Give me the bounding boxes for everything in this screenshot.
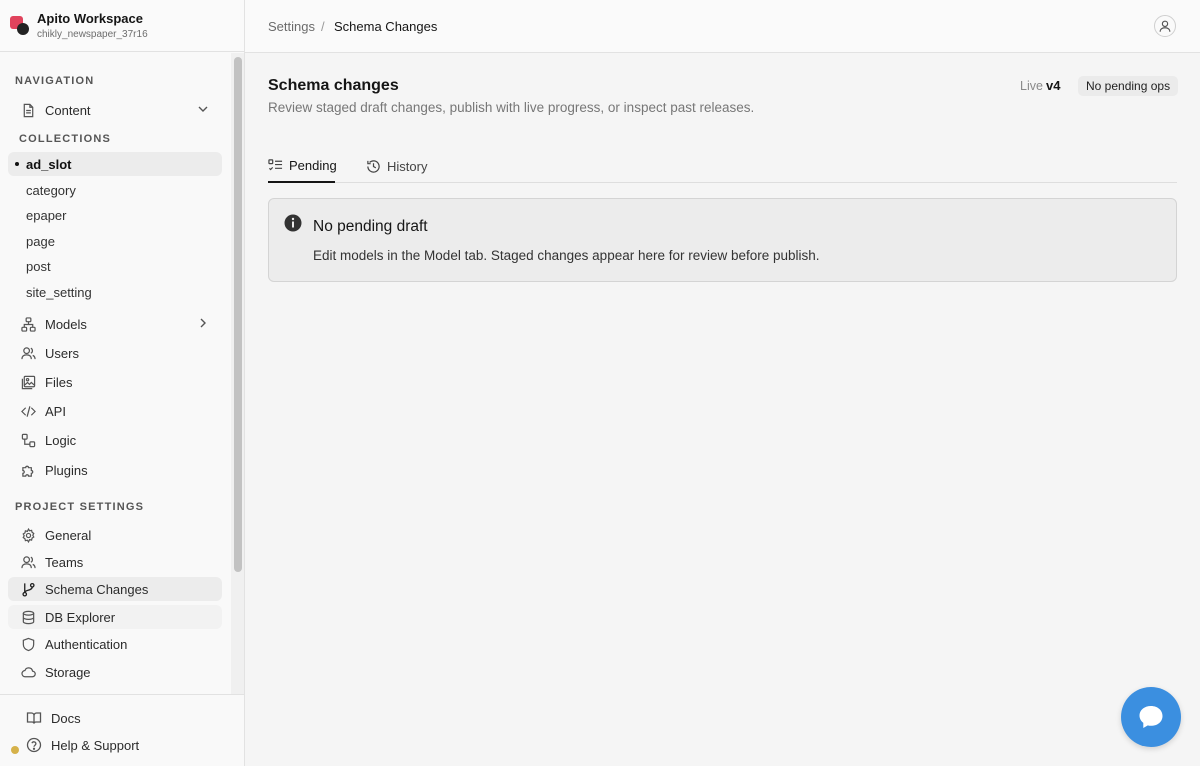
breadcrumb-settings[interactable]: Settings	[268, 19, 315, 34]
puzzle-icon	[20, 462, 36, 478]
sidebar-item-storage[interactable]: Storage	[8, 660, 222, 684]
docs-label: Docs	[51, 710, 81, 726]
sidebar-item-label: Files	[45, 374, 73, 390]
collection-item-category[interactable]: category	[8, 178, 222, 202]
sidebar-item-label: API	[45, 403, 66, 419]
sidebar-item-label: Teams	[45, 554, 84, 570]
project-name: chikly_newspaper_37r16	[37, 29, 148, 40]
sidebar-item-label: General	[45, 527, 92, 543]
info-icon	[284, 214, 302, 232]
collection-label: category	[26, 182, 76, 198]
sidebar-item-general[interactable]: General	[8, 523, 222, 547]
help-support-link[interactable]: Help & Support	[26, 737, 139, 753]
collection-label: ad_slot	[26, 156, 72, 172]
status-dot	[11, 746, 19, 754]
sidebar-scroll-area: NAVIGATION Content COLLECTIONS ad_slot c…	[0, 53, 231, 694]
users-icon	[20, 345, 36, 361]
collection-label: post	[26, 258, 51, 274]
sidebar-item-api[interactable]: API	[8, 399, 222, 423]
alert-title: No pending draft	[313, 218, 428, 235]
breadcrumb-separator: /	[321, 19, 325, 34]
page-subtitle: Review staged draft changes, publish wit…	[268, 100, 755, 115]
sidebar-item-label: Authentication	[45, 636, 128, 652]
workspace-switcher[interactable]: Apito Workspace chikly_newspaper_37r16	[0, 0, 244, 52]
sidebar-item-schema-changes[interactable]: Schema Changes	[8, 577, 222, 601]
section-label-project-settings: PROJECT SETTINGS	[15, 501, 145, 513]
sidebar-item-label: DB Explorer	[45, 609, 116, 625]
sidebar-item-users[interactable]: Users	[8, 341, 222, 365]
sidebar-item-plugins[interactable]: Plugins	[8, 458, 222, 482]
docs-link[interactable]: Docs	[26, 710, 81, 726]
collection-item-site-setting[interactable]: site_setting	[8, 280, 222, 304]
cloud-icon	[20, 664, 36, 680]
sidebar-item-teams[interactable]: Teams	[8, 550, 222, 574]
workspace-name: Apito Workspace	[37, 11, 143, 26]
sidebar-item-authentication[interactable]: Authentication	[8, 632, 222, 656]
pending-ops-badge: No pending ops	[1078, 76, 1179, 96]
collection-item-ad-slot[interactable]: ad_slot	[8, 152, 222, 176]
topbar: Settings / Schema Changes	[245, 0, 1200, 53]
sidebar-item-db-explorer[interactable]: DB Explorer	[8, 605, 222, 629]
git-branch-icon	[20, 581, 36, 597]
collection-label: page	[26, 233, 55, 249]
sidebar-scrollbar-thumb[interactable]	[234, 57, 242, 572]
collection-label: epaper	[26, 207, 67, 223]
chat-button[interactable]	[1121, 687, 1181, 747]
sidebar-item-models[interactable]: Models	[8, 312, 222, 336]
alert-body: Edit models in the Model tab. Staged cha…	[313, 248, 820, 263]
sidebar-item-label: Schema Changes	[45, 581, 149, 597]
sidebar-item-files[interactable]: Files	[8, 370, 222, 394]
no-pending-draft-alert: No pending draft Edit models in the Mode…	[268, 198, 1177, 282]
active-dot-icon	[15, 162, 19, 166]
sidebar-item-logic[interactable]: Logic	[8, 428, 222, 452]
user-icon	[1159, 20, 1171, 32]
section-label-navigation: NAVIGATION	[15, 75, 95, 87]
collection-label: site_setting	[26, 284, 92, 300]
sidebar-footer: Docs Help & Support	[0, 694, 244, 766]
database-icon	[20, 609, 36, 625]
chevron-right-icon	[200, 318, 206, 328]
user-menu-button[interactable]	[1154, 15, 1176, 37]
workspace-logo-icon	[10, 16, 29, 35]
breadcrumb-current: Schema Changes	[334, 19, 438, 34]
sidebar: Apito Workspace chikly_newspaper_37r16 N…	[0, 0, 245, 766]
page-title: Schema changes	[268, 77, 399, 94]
sidebar-item-content[interactable]: Content	[8, 98, 222, 122]
live-version: v4	[1046, 78, 1061, 93]
images-icon	[20, 374, 36, 390]
sidebar-item-label: Logic	[45, 432, 77, 448]
document-icon	[20, 102, 36, 118]
hierarchy-icon	[20, 316, 36, 332]
help-support-label: Help & Support	[51, 737, 140, 753]
tab-pending[interactable]: Pending	[268, 149, 337, 183]
book-open-icon	[26, 710, 42, 726]
workflow-icon	[20, 432, 36, 448]
main-content: Schema changes Review staged draft chang…	[245, 53, 1200, 766]
chat-bubble-icon	[1139, 706, 1163, 728]
sidebar-item-label: Users	[45, 345, 79, 361]
gear-icon	[20, 527, 36, 543]
tab-history[interactable]: History	[366, 149, 427, 183]
section-label-collections: COLLECTIONS	[19, 133, 112, 145]
help-circle-icon	[26, 737, 42, 753]
sidebar-item-label: Models	[45, 316, 87, 332]
tab-label: History	[387, 158, 428, 174]
users-icon	[20, 554, 36, 570]
code-icon	[20, 403, 36, 419]
history-icon	[366, 159, 381, 174]
chevron-down-icon	[198, 106, 208, 112]
tab-bar: Pending History	[268, 149, 1177, 183]
collection-item-post[interactable]: post	[8, 254, 222, 278]
sidebar-item-label: Content	[45, 102, 91, 118]
list-check-icon	[268, 158, 283, 173]
shield-icon	[20, 636, 36, 652]
tab-label: Pending	[289, 157, 337, 173]
collection-item-page[interactable]: page	[8, 229, 222, 253]
live-label: Live	[1020, 79, 1043, 93]
sidebar-item-label: Plugins	[45, 462, 88, 478]
sidebar-item-label: Storage	[45, 664, 91, 680]
collection-item-epaper[interactable]: epaper	[8, 203, 222, 227]
